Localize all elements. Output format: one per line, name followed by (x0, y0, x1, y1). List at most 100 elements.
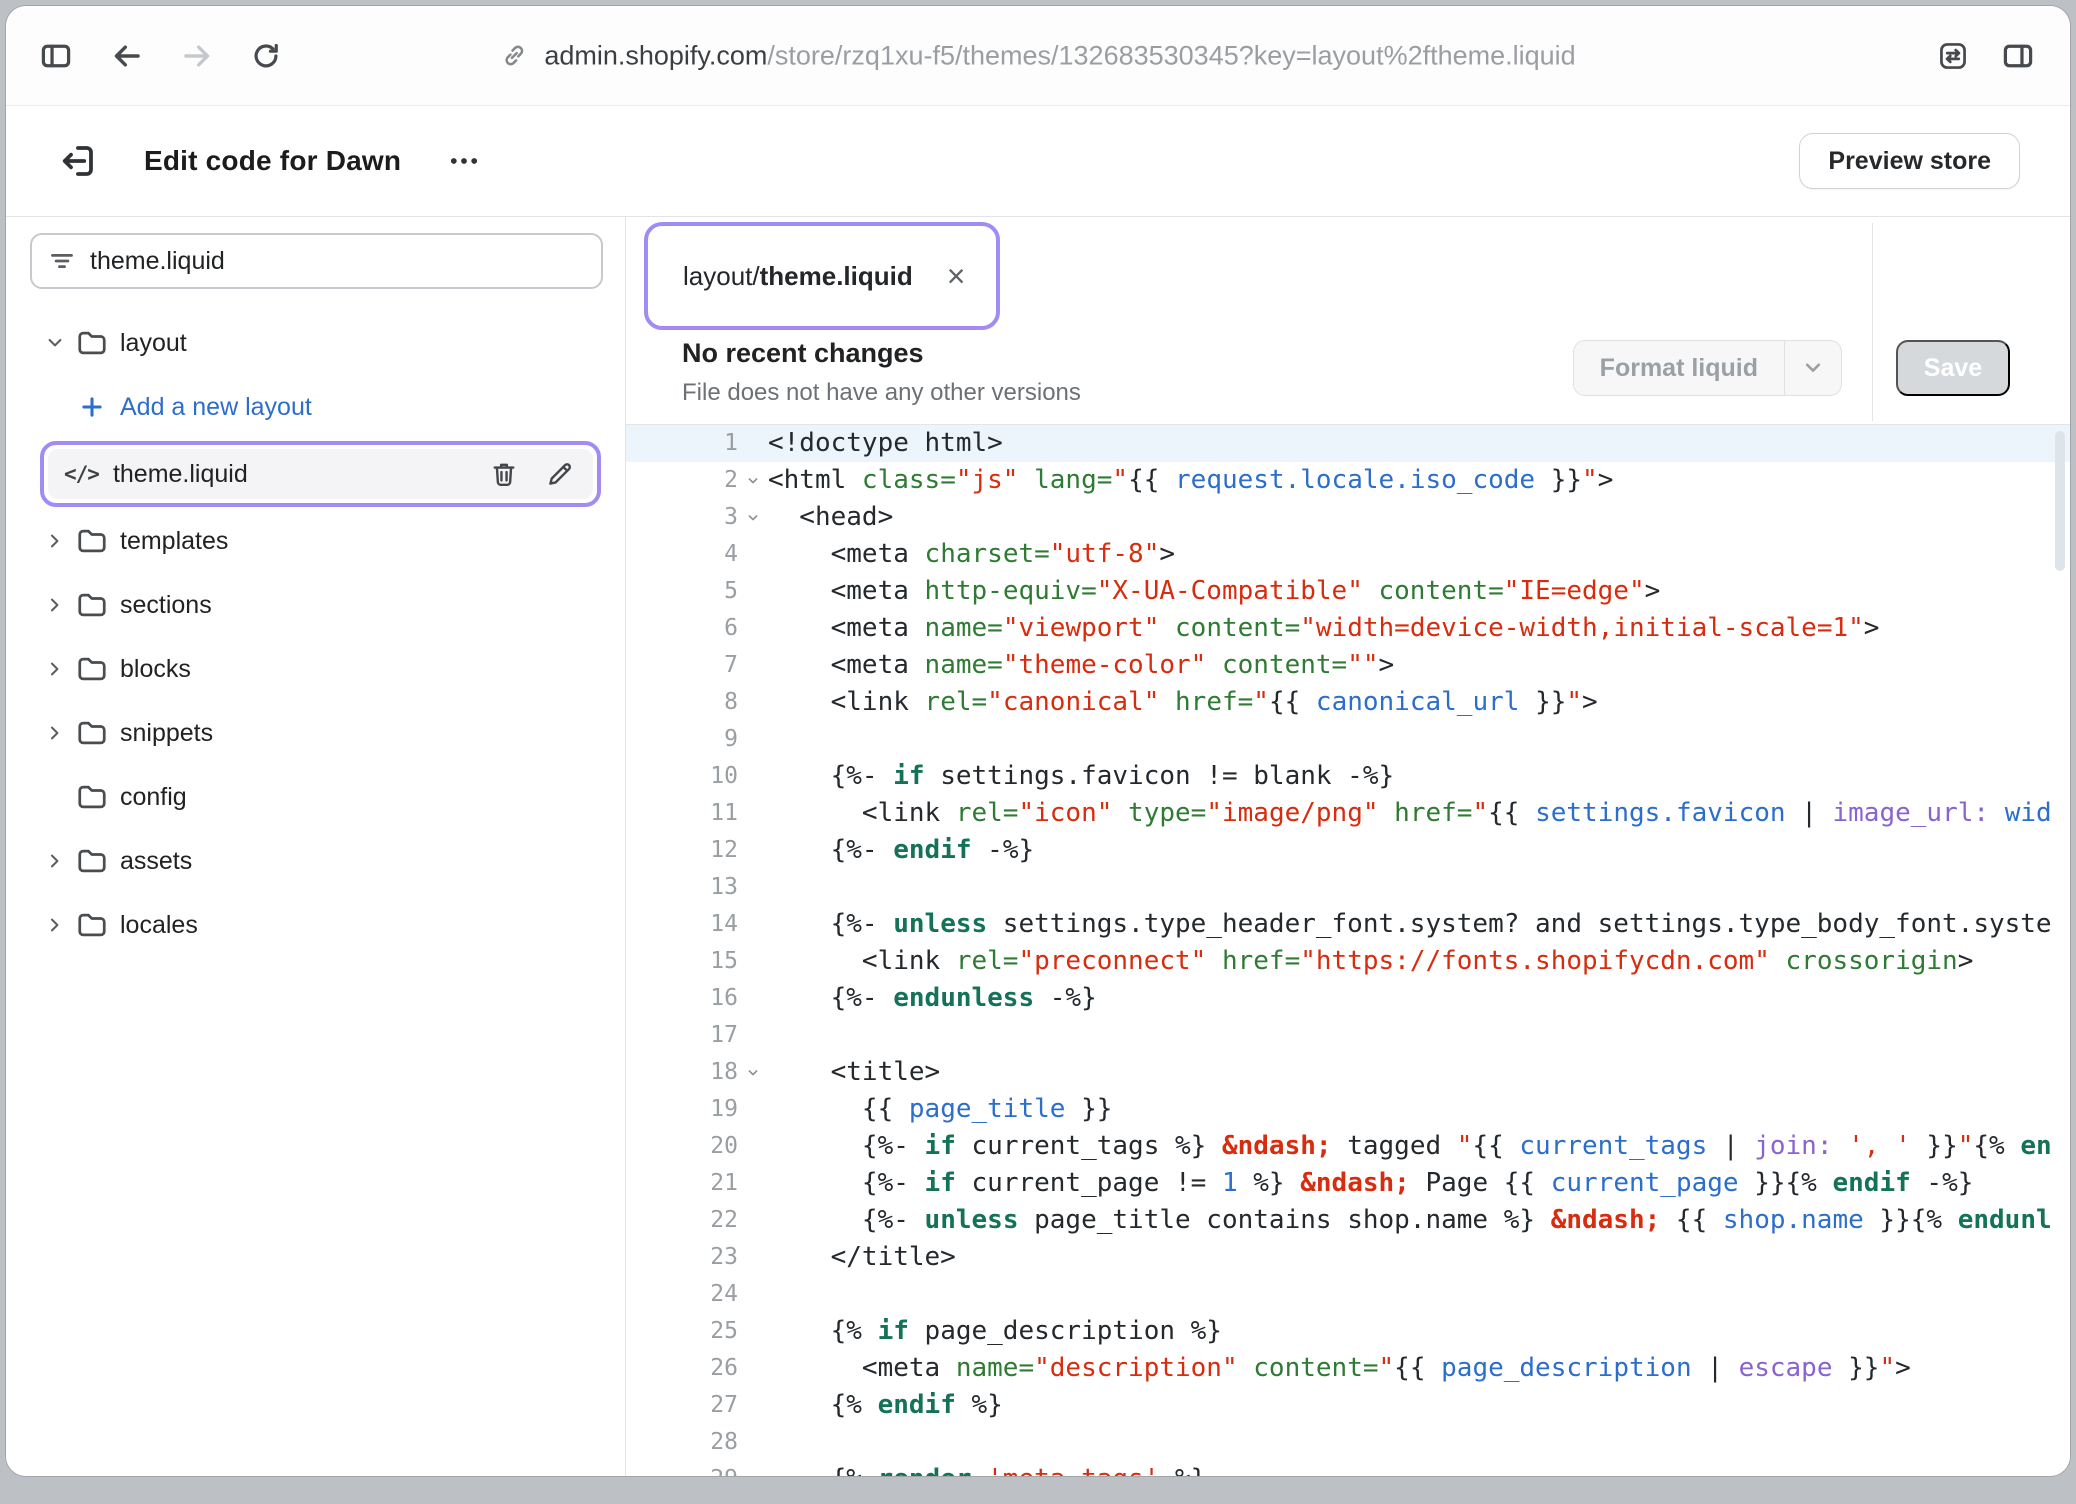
code-line-16[interactable]: 16 {%- endunless -%} (626, 980, 2070, 1017)
code-line-20[interactable]: 20 {%- if current_tags %} &ndash; tagged… (626, 1128, 2070, 1165)
line-number[interactable]: 19 (626, 1091, 738, 1128)
code-line-3[interactable]: 3 <head> (626, 499, 2070, 536)
line-number[interactable]: 28 (626, 1424, 738, 1461)
browser-sidebar-icon[interactable] (38, 38, 74, 74)
line-number[interactable]: 12 (626, 832, 738, 869)
code-line-23[interactable]: 23 </title> (626, 1239, 2070, 1276)
sidebar-item-locales[interactable]: locales (30, 893, 603, 957)
save-button[interactable]: Save (1896, 340, 2010, 396)
line-number[interactable]: 7 (626, 647, 738, 684)
format-liquid-button[interactable]: Format liquid (1573, 340, 1842, 396)
line-number[interactable]: 1 (626, 425, 738, 462)
line-number[interactable]: 4 (626, 536, 738, 573)
add-new-layout-link[interactable]: Add a new layout (30, 375, 603, 439)
line-number[interactable]: 17 (626, 1017, 738, 1054)
code-line-24[interactable]: 24 (626, 1276, 2070, 1313)
line-number[interactable]: 13 (626, 869, 738, 906)
code-line-7[interactable]: 7 <meta name="theme-color" content=""> (626, 647, 2070, 684)
line-number[interactable]: 10 (626, 758, 738, 795)
chevron-down-icon[interactable] (1785, 341, 1841, 395)
edit-icon[interactable] (545, 459, 575, 489)
chevron-right-icon[interactable] (40, 593, 70, 617)
code-line-6[interactable]: 6 <meta name="viewport" content="width=d… (626, 610, 2070, 647)
line-number[interactable]: 23 (626, 1239, 738, 1276)
line-number[interactable]: 11 (626, 795, 738, 832)
fold-chevron-icon[interactable] (738, 462, 768, 499)
sidebar-item-blocks[interactable]: blocks (30, 637, 603, 701)
more-icon[interactable] (447, 144, 481, 178)
forward-icon[interactable] (180, 39, 214, 73)
sidebar-item-assets[interactable]: assets (30, 829, 603, 893)
code-line-25[interactable]: 25 {% if page_description %} (626, 1313, 2070, 1350)
preview-store-button[interactable]: Preview store (1799, 133, 2020, 189)
code-line-29[interactable]: 29 {% render 'meta-tags' %} (626, 1461, 2070, 1476)
line-number[interactable]: 18 (626, 1054, 738, 1091)
code-area[interactable]: 1<!doctype html>2<html class="js" lang="… (626, 425, 2070, 1476)
code-line-9[interactable]: 9 (626, 721, 2070, 758)
line-number[interactable]: 15 (626, 943, 738, 980)
code-line-21[interactable]: 21 {%- if current_page != 1 %} &ndash; P… (626, 1165, 2070, 1202)
sidebar-item-theme-liquid[interactable]: </>theme.liquid (48, 449, 593, 499)
exit-icon[interactable] (58, 140, 100, 182)
code-line-26[interactable]: 26 <meta name="description" content="{{ … (626, 1350, 2070, 1387)
line-number[interactable]: 14 (626, 906, 738, 943)
back-icon[interactable] (110, 39, 144, 73)
code-line-13[interactable]: 13 (626, 869, 2070, 906)
line-number[interactable]: 21 (626, 1165, 738, 1202)
code-line-27[interactable]: 27 {% endif %} (626, 1387, 2070, 1424)
line-number[interactable]: 25 (626, 1313, 738, 1350)
code-line-22[interactable]: 22 {%- unless page_title contains shop.n… (626, 1202, 2070, 1239)
chevron-right-icon[interactable] (40, 721, 70, 745)
search-input[interactable] (90, 247, 585, 276)
reload-icon[interactable] (250, 40, 282, 72)
chevron-right-icon[interactable] (40, 849, 70, 873)
line-number[interactable]: 26 (626, 1350, 738, 1387)
line-number[interactable]: 6 (626, 610, 738, 647)
chevron-right-icon[interactable] (40, 913, 70, 937)
code-line-5[interactable]: 5 <meta http-equiv="X-UA-Compatible" con… (626, 573, 2070, 610)
code-line-15[interactable]: 15 <link rel="preconnect" href="https://… (626, 943, 2070, 980)
code-line-12[interactable]: 12 {%- endif -%} (626, 832, 2070, 869)
code-line-18[interactable]: 18 <title> (626, 1054, 2070, 1091)
chevron-down-icon[interactable] (40, 331, 70, 355)
chevron-right-icon[interactable] (40, 529, 70, 553)
code-line-2[interactable]: 2<html class="js" lang="{{ request.local… (626, 462, 2070, 499)
code-line-11[interactable]: 11 <link rel="icon" type="image/png" hre… (626, 795, 2070, 832)
address-bar[interactable]: admin.shopify.com/store/rzq1xu-f5/themes… (500, 40, 1575, 71)
code-line-4[interactable]: 4 <meta charset="utf-8"> (626, 536, 2070, 573)
sidebar-item-sections[interactable]: sections (30, 573, 603, 637)
line-number[interactable]: 27 (626, 1387, 738, 1424)
line-number[interactable]: 2 (626, 462, 738, 499)
editor-scrollbar[interactable] (2055, 431, 2065, 571)
code-line-10[interactable]: 10 {%- if settings.favicon != blank -%} (626, 758, 2070, 795)
line-number[interactable]: 5 (626, 573, 738, 610)
sidebar-item-snippets[interactable]: snippets (30, 701, 603, 765)
delete-icon[interactable] (489, 459, 519, 489)
folder-label: assets (120, 847, 192, 876)
sidebar-item-layout[interactable]: layout (30, 311, 603, 375)
browser-panel-icon[interactable] (2000, 38, 2036, 74)
code-line-17[interactable]: 17 (626, 1017, 2070, 1054)
code-line-1[interactable]: 1<!doctype html> (626, 425, 2070, 462)
file-search-box[interactable] (30, 233, 603, 289)
code-line-19[interactable]: 19 {{ page_title }} (626, 1091, 2070, 1128)
line-number[interactable]: 24 (626, 1276, 738, 1313)
line-number[interactable]: 3 (626, 499, 738, 536)
code-line-8[interactable]: 8 <link rel="canonical" href="{{ canonic… (626, 684, 2070, 721)
fold-chevron-icon[interactable] (738, 499, 768, 536)
tab-theme-liquid[interactable]: layout/theme.liquid × (653, 231, 991, 321)
line-number[interactable]: 8 (626, 684, 738, 721)
line-number[interactable]: 22 (626, 1202, 738, 1239)
code-line-28[interactable]: 28 (626, 1424, 2070, 1461)
fold-chevron-icon[interactable] (738, 1054, 768, 1091)
browser-extensions-icon[interactable] (1936, 39, 1970, 73)
chevron-right-icon[interactable] (40, 657, 70, 681)
line-number[interactable]: 20 (626, 1128, 738, 1165)
line-number[interactable]: 9 (626, 721, 738, 758)
line-number[interactable]: 16 (626, 980, 738, 1017)
code-line-14[interactable]: 14 {%- unless settings.type_header_font.… (626, 906, 2070, 943)
sidebar-item-templates[interactable]: templates (30, 509, 603, 573)
sidebar-item-config[interactable]: config (30, 765, 603, 829)
close-icon[interactable]: × (947, 260, 966, 292)
line-number[interactable]: 29 (626, 1461, 738, 1476)
